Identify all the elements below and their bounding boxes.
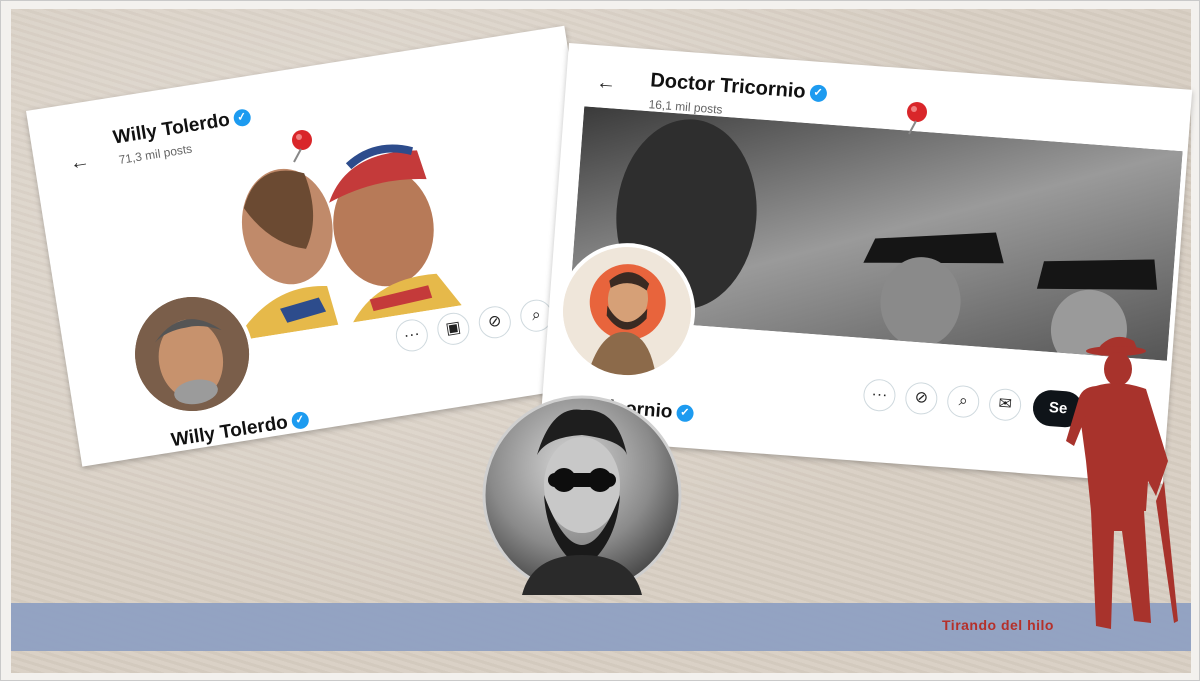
back-arrow-icon[interactable]: ←: [595, 71, 617, 95]
verified-badge-icon: ✓: [808, 84, 828, 103]
push-pin-icon: [907, 102, 927, 135]
more-icon[interactable]: ···: [862, 378, 897, 413]
message-icon[interactable]: ✉: [987, 387, 1023, 422]
grok-icon[interactable]: ▣: [435, 310, 472, 348]
grok-icon[interactable]: ⊘: [476, 303, 514, 341]
back-arrow-icon[interactable]: ←: [68, 150, 91, 176]
center-avatar-illustration: [482, 395, 682, 595]
push-pin-icon: [292, 130, 312, 163]
caption: Tirando del hilo: [942, 617, 1054, 633]
right-header-name-text: Doctor Tricornio: [649, 69, 807, 103]
frame: ← Willy Tolerdo ✓ 71,3 mil posts ··· ▣ ⊘…: [0, 0, 1200, 681]
detective-silhouette-icon: [1066, 336, 1178, 629]
verified-badge-icon: ✓: [232, 108, 252, 129]
right-avatar-illustration: [558, 242, 696, 380]
search-icon[interactable]: ⌕: [946, 384, 981, 419]
grok-icon[interactable]: ⊘: [904, 381, 939, 416]
left-header-illustration: [241, 144, 462, 340]
more-icon[interactable]: ···: [393, 317, 431, 354]
verified-badge-icon: ✓: [290, 411, 310, 431]
